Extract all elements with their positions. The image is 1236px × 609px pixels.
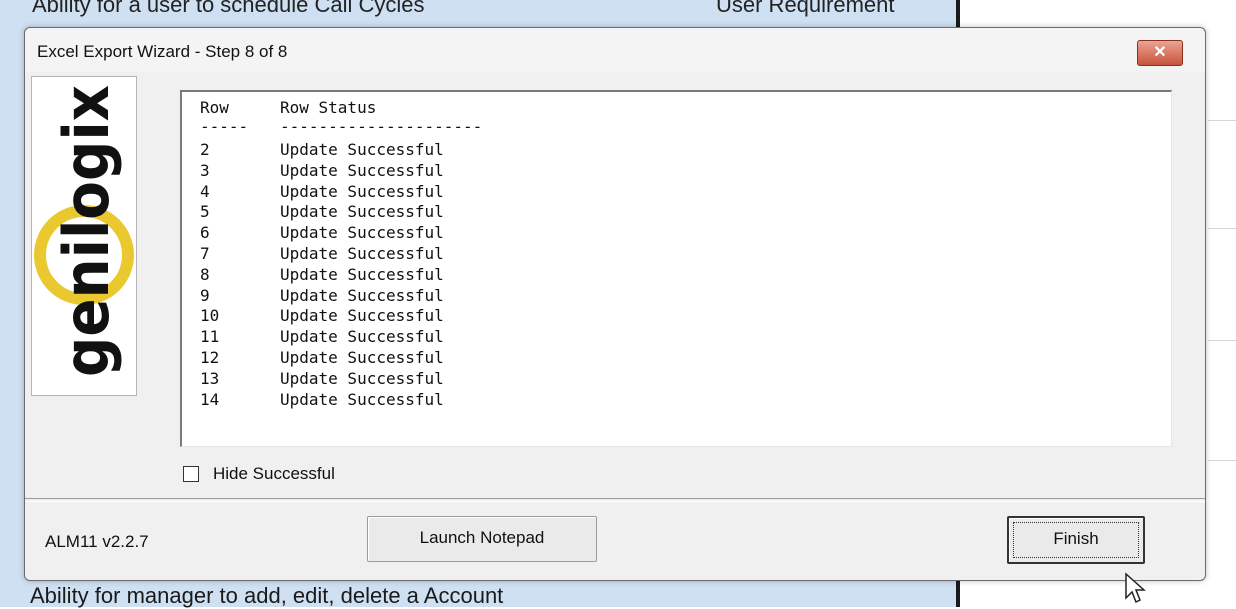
row-status: Update Successful: [280, 368, 444, 388]
launch-notepad-button[interactable]: Launch Notepad: [367, 516, 597, 562]
logo-text: genilogix: [50, 85, 123, 377]
header-status-dashes: ---------------------: [280, 117, 483, 136]
logo-graphic: genilogix: [34, 85, 134, 377]
grid-line: [1208, 120, 1236, 121]
output-row: 7 Update Successful: [200, 244, 444, 264]
row-number: 11: [200, 327, 220, 347]
row-status: Update Successful: [280, 140, 444, 159]
row-status: Update Successful: [280, 327, 444, 347]
row-number: 9: [200, 285, 210, 305]
row-number: 4: [200, 181, 210, 201]
output-row: 14 Update Successful: [200, 390, 444, 410]
grid-line: [1208, 460, 1236, 461]
row-number: 12: [200, 348, 220, 367]
row-status: Update Successful: [280, 264, 444, 284]
close-button[interactable]: ✕: [1137, 40, 1183, 66]
header-row-label: Row: [200, 98, 229, 117]
focus-rectangle: [1013, 522, 1139, 558]
row-status: Update Successful: [280, 160, 444, 180]
output-row: 12 Update Successful: [200, 348, 444, 368]
genilogix-logo: genilogix: [31, 76, 137, 396]
header-row-dashes: -----: [200, 117, 249, 136]
row-number: 3: [200, 160, 210, 180]
hide-successful-label[interactable]: Hide Successful: [213, 464, 335, 484]
row-number: 10: [200, 306, 220, 326]
row-status: Update Successful: [280, 244, 444, 263]
row-status: Update Successful: [280, 306, 444, 326]
row-status: Update Successful: [280, 389, 444, 409]
output-header: Row Row Status: [200, 98, 376, 118]
cell-requirement-text-bottom[interactable]: Ability for manager to add, edit, delete…: [30, 583, 503, 609]
row-number: 5: [200, 202, 210, 222]
row-status: Update Successful: [280, 285, 444, 305]
row-number: 7: [200, 244, 210, 263]
row-number: 13: [200, 368, 220, 388]
grid-line: [1208, 228, 1236, 229]
row-number: 8: [200, 264, 210, 284]
output-header-divider: ----- ---------------------: [200, 117, 482, 137]
row-number: 2: [200, 140, 210, 159]
dialog-title: Excel Export Wizard - Step 8 of 8: [37, 42, 288, 61]
row-status: Update Successful: [280, 223, 444, 243]
row-number: 6: [200, 223, 210, 243]
version-label: ALM11 v2.2.7: [45, 532, 149, 551]
hide-successful-checkbox[interactable]: [183, 466, 199, 482]
output-row: 11 Update Successful: [200, 327, 444, 347]
output-row: 9 Update Successful: [200, 286, 444, 306]
row-status: Update Successful: [280, 202, 444, 222]
row-number: 14: [200, 389, 220, 409]
footer-separator: [25, 498, 1205, 502]
output-row: 3 Update Successful: [200, 161, 444, 181]
cell-type-text[interactable]: User Requirement: [716, 0, 895, 18]
output-row: 8 Update Successful: [200, 265, 444, 285]
finish-button[interactable]: Finish: [1007, 516, 1145, 564]
output-row: 4 Update Successful: [200, 182, 444, 202]
mouse-cursor-icon: [1125, 572, 1146, 604]
output-row: 5 Update Successful: [200, 202, 444, 222]
output-log[interactable]: Row Row Status ----- ---------------------…: [180, 90, 1172, 447]
output-row: 2 Update Successful: [200, 140, 444, 160]
output-row: 10 Update Successful: [200, 306, 444, 326]
row-status: Update Successful: [280, 181, 444, 201]
row-status: Update Successful: [280, 348, 444, 367]
title-bar[interactable]: Excel Export Wizard - Step 8 of 8 ✕: [25, 28, 1205, 72]
grid-line: [1208, 340, 1236, 341]
output-row: 6 Update Successful: [200, 223, 444, 243]
output-row: 13 Update Successful: [200, 369, 444, 389]
header-status-label: Row Status: [280, 98, 377, 117]
cell-requirement-text[interactable]: Ability for a user to schedule Call Cycl…: [32, 0, 425, 18]
excel-export-wizard-dialog: Excel Export Wizard - Step 8 of 8 ✕ geni…: [24, 27, 1206, 581]
